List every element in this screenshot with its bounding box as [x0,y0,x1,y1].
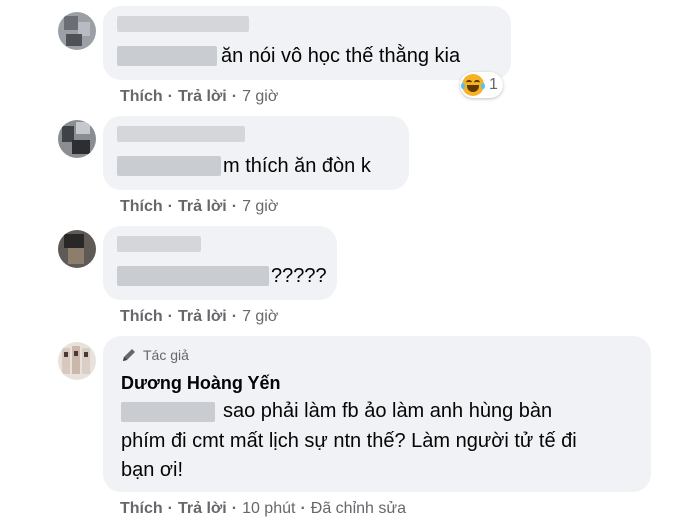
comment-bubble: ????? [103,226,337,300]
avatar[interactable] [58,12,96,50]
blurred-mention [121,402,215,422]
blurred-mention [117,46,217,66]
comment-actions: Thích · Trả lời · 7 giờ [120,308,279,325]
author-badge: Tác giả [121,347,189,363]
haha-emoji-icon [461,74,485,96]
comment-text-line3: bạn ơi! [121,459,184,481]
blurred-mention [117,266,269,286]
pencil-icon [123,349,135,361]
blurred-username [117,126,245,142]
reply-link[interactable]: Trả lời [178,88,227,105]
timestamp[interactable]: 10 phút [242,500,295,517]
blurred-mention [117,156,221,176]
blurred-username [117,236,201,252]
comment-actions: Thích · Trả lời · 7 giờ [120,88,279,105]
reaction-count[interactable]: 1 [460,72,503,98]
avatar[interactable] [58,230,96,268]
like-link[interactable]: Thích [120,88,163,105]
avatar[interactable] [58,120,96,158]
blurred-username [117,16,249,32]
reply-link[interactable]: Trả lời [178,500,227,517]
timestamp[interactable]: 7 giờ [242,88,278,105]
comment-text-line2: phím đi cmt mất lịch sự ntn thế? Làm ngư… [121,430,577,452]
comment-text-line1: sao phải làm fb ảo làm anh hùng bàn [223,400,553,422]
reply-link[interactable]: Trả lời [178,198,227,215]
timestamp[interactable]: 7 giờ [242,198,278,215]
author-comment-bubble: Tác giả Dương Hoàng Yến sao phải làm fb … [103,336,651,492]
like-link[interactable]: Thích [120,198,163,215]
reply-link[interactable]: Trả lời [178,308,227,325]
comment-text: ????? [271,265,327,287]
timestamp[interactable]: 7 giờ [242,308,278,325]
comment-actions: Thích · Trả lời · 7 giờ [120,198,279,215]
comment-text: ăn nói vô học thế thằng kia [221,45,461,67]
comment-text: m thích ăn đòn k [223,155,371,177]
reaction-number: 1 [489,76,498,93]
like-link[interactable]: Thích [120,500,163,517]
author-avatar[interactable] [58,342,96,380]
author-name[interactable]: Dương Hoàng Yến [121,373,281,394]
edited-label: Đã chỉnh sửa [310,500,406,517]
comment-bubble: ăn nói vô học thế thằng kia [103,6,511,80]
comment-actions: Thích · Trả lời · 10 phút · Đã chỉnh sửa [120,500,406,517]
like-link[interactable]: Thích [120,308,163,325]
author-badge-label: Tác giả [143,347,189,363]
comment-bubble: m thích ăn đòn k [103,116,409,190]
